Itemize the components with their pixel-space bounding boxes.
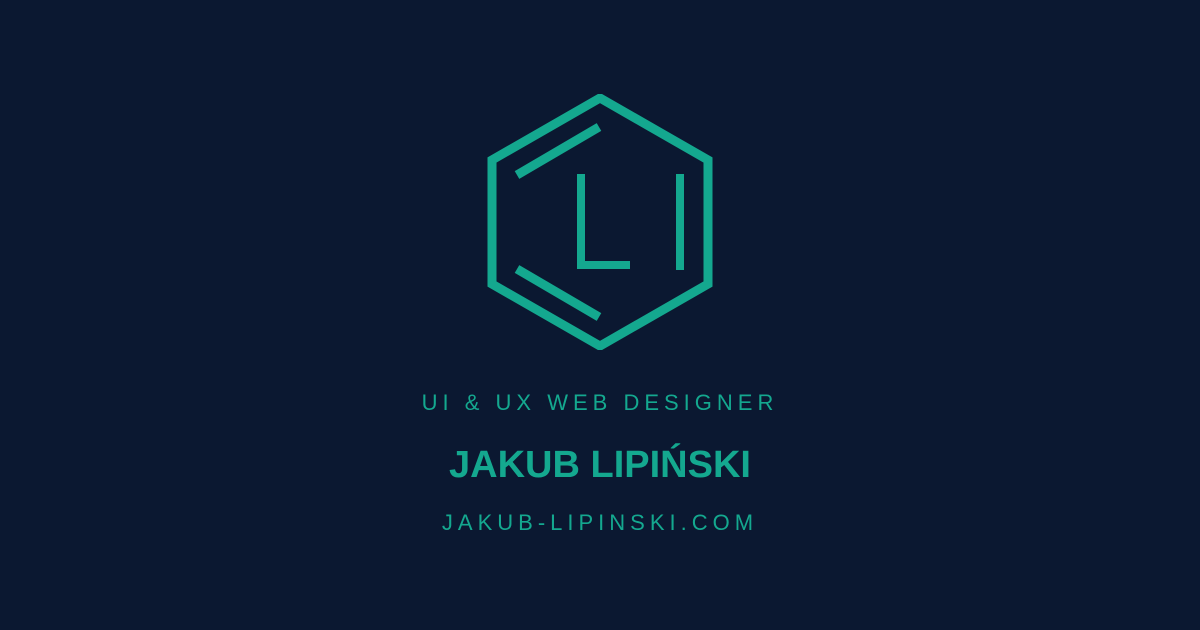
tagline: UI & UX WEB DESIGNER bbox=[421, 390, 779, 415]
person-name: JAKUB LIPIŃSKI bbox=[449, 444, 751, 486]
social-share-card: UI & UX WEB DESIGNER JAKUB LIPIŃSKI JAKU… bbox=[0, 0, 1200, 630]
hexagon-monogram-icon bbox=[486, 94, 714, 350]
website-url: JAKUB-LIPINSKI.COM bbox=[441, 510, 759, 535]
hexagon-outline bbox=[487, 94, 713, 350]
monogram-letter-l bbox=[577, 174, 630, 269]
